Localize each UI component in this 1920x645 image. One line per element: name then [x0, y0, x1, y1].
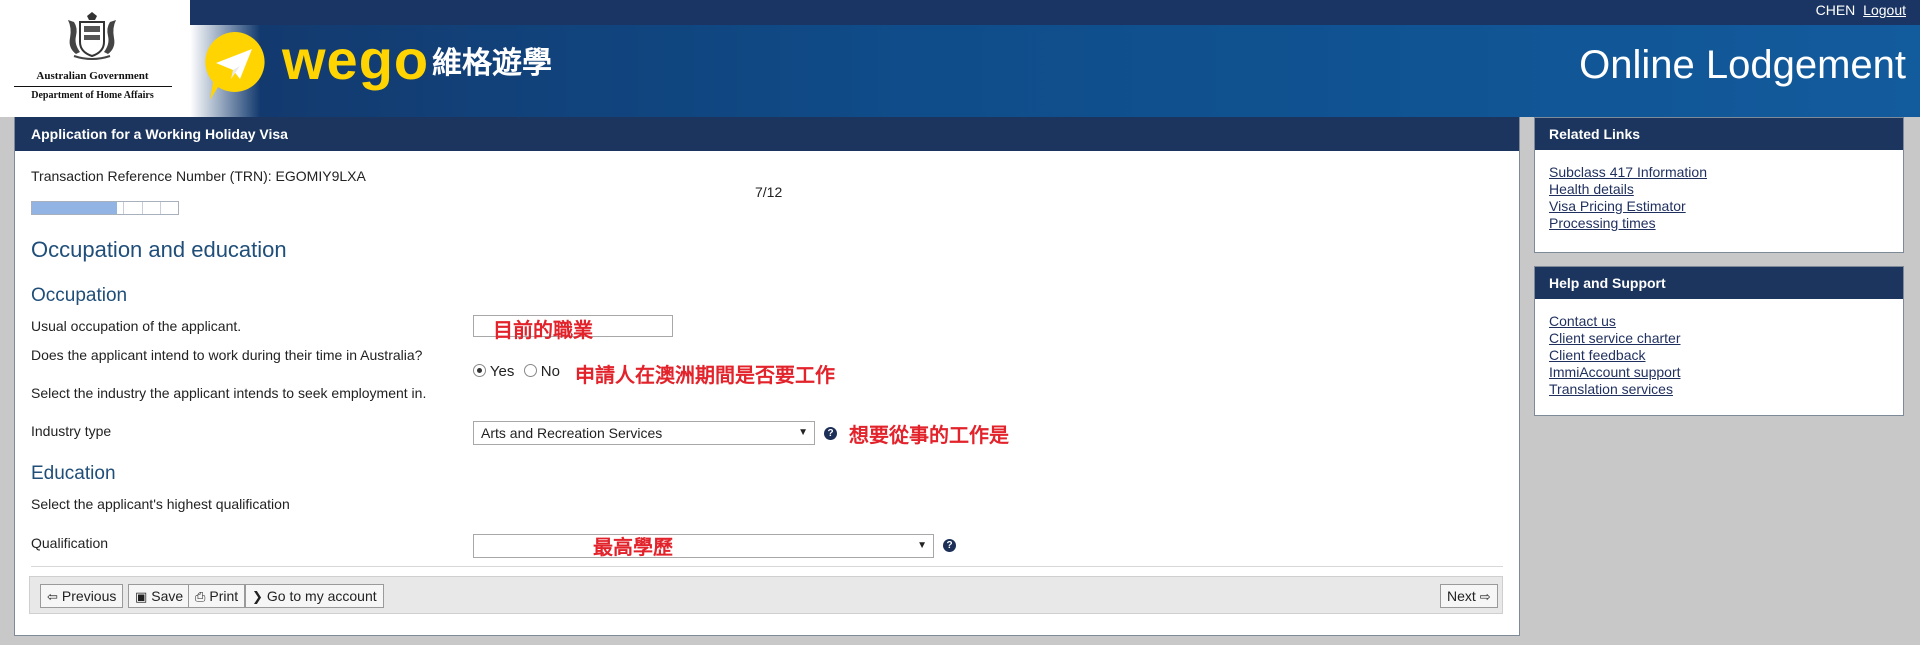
- logout-link[interactable]: Logout: [1863, 2, 1906, 18]
- list-item: Translation services: [1549, 381, 1903, 398]
- industry-type-label: Industry type: [31, 423, 112, 439]
- progress-segment-divider: [123, 202, 125, 214]
- progress-segment-divider: [159, 202, 161, 214]
- government-logo: Australian Government Department of Home…: [10, 6, 172, 106]
- application-panel: Application for a Working Holiday Visa T…: [14, 117, 1520, 636]
- previous-label: Previous: [61, 588, 117, 604]
- list-item: Subclass 417 Information: [1549, 164, 1903, 181]
- work-no-label: No: [540, 363, 560, 380]
- industry-help-icon[interactable]: ?: [824, 427, 837, 440]
- work-yes-label: Yes: [489, 363, 515, 380]
- gov-name: Australian Government: [36, 70, 149, 82]
- related-link[interactable]: Visa Pricing Estimator: [1549, 198, 1686, 214]
- work-question-label: Does the applicant intend to work during…: [31, 347, 423, 363]
- work-radio-group: Yes No: [473, 363, 560, 380]
- page-header-title: Online Lodgement: [1579, 43, 1906, 87]
- form-toolbar: ⇦ Previous ▣ Save ⎙ Print ❯ Go to my account…: [29, 576, 1503, 614]
- list-item: ImmiAccount support: [1549, 364, 1903, 381]
- arrow-right-icon: ⇨: [1479, 589, 1491, 604]
- wego-wordmark: wego: [282, 28, 430, 91]
- printer-icon: ⎙: [195, 589, 206, 604]
- next-label: Next: [1447, 588, 1476, 604]
- go-to-account-label: Go to my account: [266, 588, 377, 604]
- industry-prompt-label: Select the industry the applicant intend…: [31, 385, 427, 401]
- usual-occupation-label: Usual occupation of the applicant.: [31, 318, 242, 334]
- education-heading: Education: [31, 463, 116, 484]
- related-links-title: Related Links: [1535, 118, 1903, 150]
- usual-occupation-annotation: 目前的職業: [493, 320, 593, 342]
- progress-bar-fill: [32, 202, 118, 214]
- progress-bar: [31, 201, 179, 215]
- qualification-label: Qualification: [31, 535, 109, 551]
- gov-separator: [14, 86, 172, 87]
- chevron-right-icon: ❯: [252, 589, 263, 604]
- print-label: Print: [209, 588, 239, 604]
- trn-text: Transaction Reference Number (TRN): EGOM…: [31, 168, 366, 184]
- list-item: Client feedback: [1549, 347, 1903, 364]
- list-item: Visa Pricing Estimator: [1549, 198, 1903, 215]
- save-label: Save: [151, 588, 184, 604]
- support-link[interactable]: Client feedback: [1549, 347, 1646, 363]
- wego-chinese-name: 維格遊學: [432, 47, 552, 80]
- floppy-disk-icon: ▣: [135, 589, 148, 604]
- work-yes-radio[interactable]: [473, 364, 486, 377]
- help-support-list: Contact us Client service charter Client…: [1535, 299, 1903, 398]
- support-link[interactable]: Client service charter: [1549, 330, 1681, 346]
- next-button[interactable]: Next ⇨: [1440, 584, 1498, 608]
- wego-paper-plane-icon: [205, 31, 265, 101]
- dropdown-arrow-icon: ▼: [798, 427, 808, 438]
- department-name: Department of Home Affairs: [31, 90, 154, 101]
- list-item: Client service charter: [1549, 330, 1903, 347]
- related-links-list: Subclass 417 Information Health details …: [1535, 150, 1903, 232]
- work-no-radio[interactable]: [523, 364, 537, 377]
- arrow-left-icon: ⇦: [47, 589, 58, 604]
- industry-type-select[interactable]: Arts and Recreation Services ▼: [473, 421, 815, 445]
- progress-segment-divider: [141, 202, 143, 214]
- qualification-help-icon[interactable]: ?: [943, 539, 956, 552]
- help-support-panel: Help and Support Contact us Client servi…: [1534, 266, 1904, 416]
- industry-annotation: 想要從事的工作是: [849, 425, 1009, 447]
- support-link[interactable]: ImmiAccount support: [1549, 364, 1681, 380]
- support-link[interactable]: Contact us: [1549, 313, 1616, 329]
- list-item: Processing times: [1549, 215, 1903, 232]
- related-links-panel: Related Links Subclass 417 Information H…: [1534, 117, 1904, 253]
- site-header: Australian Government Department of Home…: [0, 0, 1920, 117]
- help-support-title: Help and Support: [1535, 267, 1903, 299]
- related-link[interactable]: Processing times: [1549, 215, 1656, 231]
- header-top-band: [190, 0, 1920, 25]
- work-annotation: 申請人在澳洲期間是否要工作: [575, 365, 835, 387]
- list-item: Health details: [1549, 181, 1903, 198]
- related-link[interactable]: Subclass 417 Information: [1549, 164, 1707, 180]
- previous-button[interactable]: ⇦ Previous: [40, 584, 124, 608]
- support-link[interactable]: Translation services: [1549, 381, 1673, 397]
- qualification-select[interactable]: ▼: [473, 534, 934, 558]
- industry-type-value: Arts and Recreation Services: [481, 425, 663, 441]
- panel-title: Application for a Working Holiday Visa: [15, 117, 1519, 151]
- step-indicator: 7/12: [755, 184, 783, 200]
- user-name: CHEN: [1815, 2, 1856, 18]
- list-item: Contact us: [1549, 313, 1903, 330]
- related-link[interactable]: Health details: [1549, 181, 1634, 197]
- user-area: CHEN Logout: [1816, 2, 1906, 18]
- page-title: Occupation and education: [31, 237, 287, 262]
- form-divider: [31, 566, 1503, 567]
- print-button[interactable]: ⎙ Print: [188, 584, 246, 608]
- qualification-prompt-label: Select the applicant's highest qualifica…: [31, 496, 290, 512]
- dropdown-arrow-icon: ▼: [917, 540, 927, 551]
- qualification-annotation: 最高學歷: [593, 537, 673, 559]
- coat-of-arms-icon: [68, 12, 116, 60]
- go-to-account-button[interactable]: ❯ Go to my account: [245, 584, 384, 608]
- occupation-heading: Occupation: [31, 285, 128, 306]
- save-button[interactable]: ▣ Save: [128, 584, 191, 608]
